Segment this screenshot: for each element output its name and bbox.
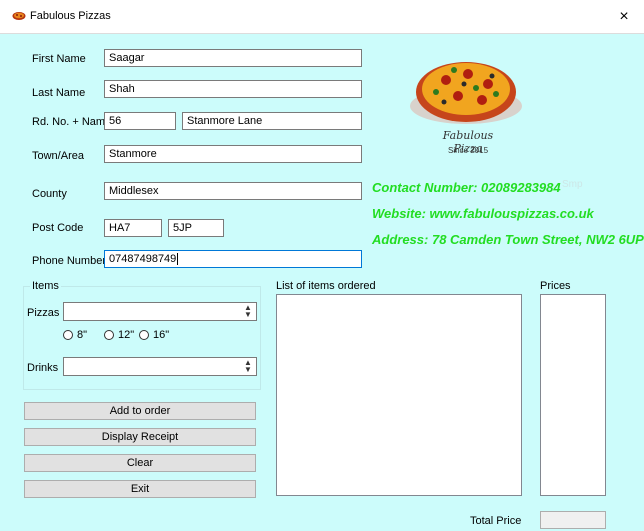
app-window: Fabulous Pizzas × First Name Saagar Last… — [0, 0, 644, 531]
items-group-label: Items — [30, 280, 61, 292]
drinks-label: Drinks — [27, 362, 59, 374]
radio-circle-icon — [139, 330, 149, 340]
last-name-field[interactable]: Shah — [104, 80, 362, 98]
postcode-label: Post Code — [32, 222, 84, 234]
title-bar: Fabulous Pizzas × — [0, 0, 644, 34]
total-price-field — [540, 511, 606, 529]
prices-list[interactable] — [540, 294, 606, 496]
pizzas-dropdown[interactable]: ▲ ▼ — [63, 302, 257, 321]
display-receipt-button[interactable]: Display Receipt — [24, 428, 256, 446]
size-8-label: 8" — [77, 329, 88, 341]
updown-arrows-icon: ▲ ▼ — [244, 358, 252, 374]
postcode-part1-field[interactable]: HA7 — [104, 219, 162, 237]
size-16-radio[interactable]: 16" — [139, 329, 169, 341]
window-title: Fabulous Pizzas — [30, 10, 111, 22]
town-label: Town/Area — [32, 150, 84, 162]
logo-since-text: Since 2015 — [447, 146, 489, 155]
drinks-dropdown[interactable]: ▲ ▼ — [63, 357, 257, 376]
size-12-radio[interactable]: 12" — [104, 329, 134, 341]
county-field[interactable]: Middlesex — [104, 182, 362, 200]
radio-circle-icon — [104, 330, 114, 340]
size-16-label: 16" — [153, 329, 170, 341]
size-8-radio[interactable]: 8" — [63, 329, 87, 341]
first-name-field[interactable]: Saagar — [104, 49, 362, 67]
pizzas-label: Pizzas — [27, 307, 60, 319]
items-ordered-list[interactable] — [276, 294, 522, 496]
total-price-label: Total Price — [470, 515, 522, 527]
prices-label: Prices — [540, 280, 571, 292]
exit-button[interactable]: Exit — [24, 480, 256, 498]
phone-label: Phone Number — [32, 255, 106, 267]
road-label: Rd. No. + Name — [32, 116, 112, 128]
phone-field[interactable]: 07487498749 — [104, 250, 362, 268]
faded-text: Smp — [562, 179, 583, 190]
updown-arrows-icon: ▲ ▼ — [244, 303, 252, 319]
pizza-icon — [12, 11, 26, 24]
road-number-field[interactable]: 56 — [104, 112, 176, 130]
close-button[interactable]: × — [604, 0, 644, 33]
pizza-logo-image — [406, 50, 526, 131]
items-ordered-label: List of items ordered — [276, 280, 376, 292]
website-text: Website: www.fabulouspizzas.co.uk — [372, 206, 594, 221]
first-name-label: First Name — [32, 53, 86, 65]
text-caret — [177, 253, 179, 265]
last-name-label: Last Name — [32, 87, 86, 99]
postcode-part2-field[interactable]: 5JP — [168, 219, 224, 237]
size-12-label: 12" — [118, 329, 135, 341]
radio-circle-icon — [63, 330, 73, 340]
county-label: County — [32, 188, 67, 200]
clear-button[interactable]: Clear — [24, 454, 256, 472]
add-to-order-button[interactable]: Add to order — [24, 402, 256, 420]
contact-number: Contact Number: 02089283984 — [372, 180, 561, 195]
address-text: Address: 78 Camden Town Street, NW2 6UP — [372, 232, 644, 247]
road-name-field[interactable]: Stanmore Lane — [182, 112, 362, 130]
town-field[interactable]: Stanmore — [104, 145, 362, 163]
phone-value: 07487498749 — [109, 253, 177, 265]
